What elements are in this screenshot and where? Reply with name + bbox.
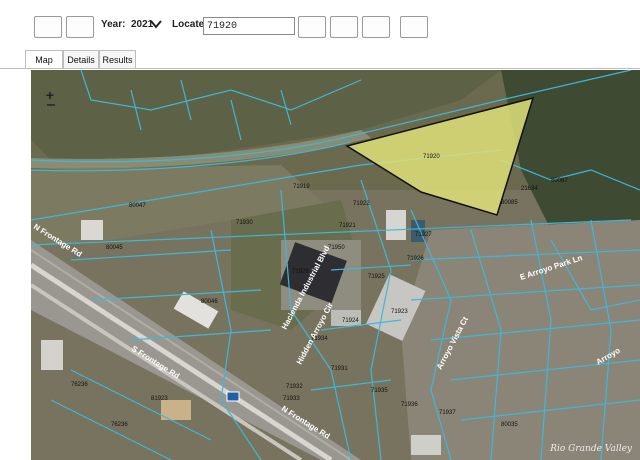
parcel-label: 80047 xyxy=(129,203,146,209)
toolbar: Year: 2021 Locate: xyxy=(0,6,640,44)
aerial-map[interactable]: 71920 71919 71922 71921 71950 71924 7192… xyxy=(31,70,640,460)
parcel-label: 71923 xyxy=(391,309,408,315)
zoom-in-button[interactable]: + xyxy=(43,88,57,102)
parcel-label: 80046 xyxy=(201,299,218,305)
parcel-label: 71931 xyxy=(331,366,348,372)
parcel-label: 71933 xyxy=(283,396,300,402)
parcel-label: 71919 xyxy=(293,184,310,190)
parcel-label: 76236 xyxy=(111,422,128,428)
parcel-label: 71935 xyxy=(371,388,388,394)
tab-details[interactable]: Details xyxy=(63,50,99,68)
parcel-label: 71932 xyxy=(286,384,303,390)
toolbar-button-2[interactable] xyxy=(66,16,94,38)
locate-input[interactable] xyxy=(203,17,295,35)
toolbar-button-3[interactable] xyxy=(298,16,326,38)
tab-divider xyxy=(0,68,640,69)
toolbar-button-4[interactable] xyxy=(330,16,358,38)
toolbar-button-1[interactable] xyxy=(34,16,62,38)
parcel-label: 71937 xyxy=(439,410,456,416)
parcel-label: 21634 xyxy=(521,186,538,192)
highlighted-parcel-label: 71920 xyxy=(423,154,440,160)
parcel-label: 71926 xyxy=(407,256,424,262)
parcel-label: 80085 xyxy=(501,200,518,206)
zoom-out-button[interactable] xyxy=(47,104,55,106)
tab-map[interactable]: Map xyxy=(25,50,63,69)
parcel-label: 71924 xyxy=(342,318,359,324)
highway-shield-icon xyxy=(226,391,240,402)
tab-results[interactable]: Results xyxy=(99,50,136,68)
toolbar-button-5[interactable] xyxy=(362,16,390,38)
parcel-label: 71936 xyxy=(401,402,418,408)
parcel-label: 80035 xyxy=(501,422,518,428)
parcel-label: 71921 xyxy=(339,223,356,229)
parcel-label: 81923 xyxy=(151,396,168,402)
chevron-down-icon[interactable] xyxy=(149,17,163,31)
parcel-label: 71927 xyxy=(415,232,432,238)
tab-bar: Map Details Results xyxy=(0,44,640,70)
parcel-label: 71930 xyxy=(236,220,253,226)
year-label: Year: xyxy=(101,19,126,30)
parcel-label: 71925 xyxy=(368,274,385,280)
parcel-label: 80045 xyxy=(106,245,123,251)
toolbar-button-6[interactable] xyxy=(400,16,428,38)
parcel-label: 76236 xyxy=(71,382,88,388)
watermark-logo: Rio Grande Valley xyxy=(550,444,632,454)
map-view[interactable]: 71920 71919 71922 71921 71950 71924 7192… xyxy=(31,70,640,460)
parcel-label: 80087 xyxy=(551,178,568,184)
parcel-label: 71922 xyxy=(353,201,370,207)
